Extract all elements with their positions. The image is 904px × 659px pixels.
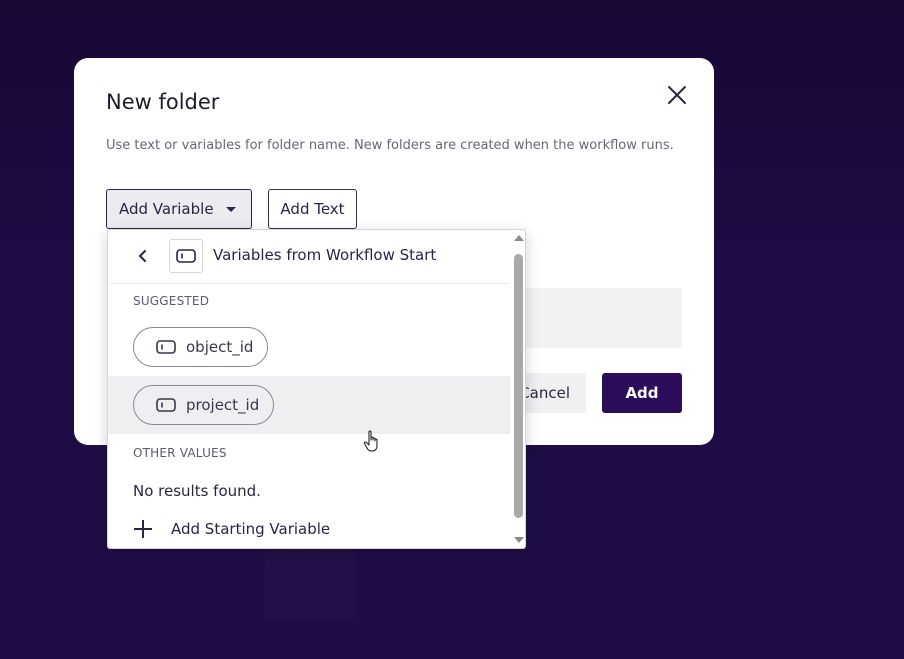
add-starting-variable-label: Add Starting Variable: [171, 520, 331, 538]
list-item[interactable]: project_id: [108, 376, 510, 434]
variable-chip-project-id[interactable]: project_id: [133, 385, 275, 425]
plus-icon: [134, 520, 152, 538]
dropdown-scrollbar[interactable]: [512, 230, 525, 548]
cancel-label: Cancel: [519, 384, 570, 402]
add-button[interactable]: Add: [602, 373, 682, 413]
scroll-down-icon[interactable]: [514, 537, 524, 543]
backdrop-shape: [265, 540, 355, 620]
add-text-label: Add Text: [280, 200, 345, 218]
hand-cursor-icon: [363, 430, 381, 454]
scroll-thumb[interactable]: [514, 254, 523, 518]
dropdown-title: Variables from Workflow Start: [213, 246, 437, 264]
variable-chip-object-id[interactable]: object_id: [133, 327, 269, 367]
no-results-text: No results found.: [133, 482, 261, 500]
add-variable-label: Add Variable: [119, 200, 214, 218]
chip-label: project_id: [186, 396, 260, 414]
add-starting-variable-button[interactable]: Add Starting Variable: [133, 519, 330, 539]
list-item[interactable]: object_id: [108, 318, 510, 376]
add-variable-button[interactable]: Add Variable: [106, 189, 252, 229]
suggested-heading: SUGGESTED: [133, 294, 210, 308]
variable-icon: [156, 398, 176, 412]
chip-label: object_id: [186, 338, 254, 356]
add-label: Add: [625, 384, 659, 402]
modal-description: Use text or variables for folder name. N…: [106, 138, 674, 153]
add-text-button[interactable]: Add Text: [268, 189, 357, 229]
dropdown-header: Variables from Workflow Start: [108, 230, 510, 284]
chevron-left-icon[interactable]: [134, 247, 152, 265]
close-icon[interactable]: [664, 82, 690, 108]
variable-dropdown: Variables from Workflow Start SUGGESTED …: [107, 229, 526, 549]
scroll-up-icon[interactable]: [514, 235, 524, 241]
caret-down-icon: [225, 206, 236, 212]
other-values-heading: OTHER VALUES: [133, 446, 227, 460]
variable-icon: [169, 239, 203, 273]
modal-title: New folder: [106, 90, 220, 114]
variable-icon: [156, 340, 176, 354]
folder-name-field[interactable]: [524, 288, 682, 348]
